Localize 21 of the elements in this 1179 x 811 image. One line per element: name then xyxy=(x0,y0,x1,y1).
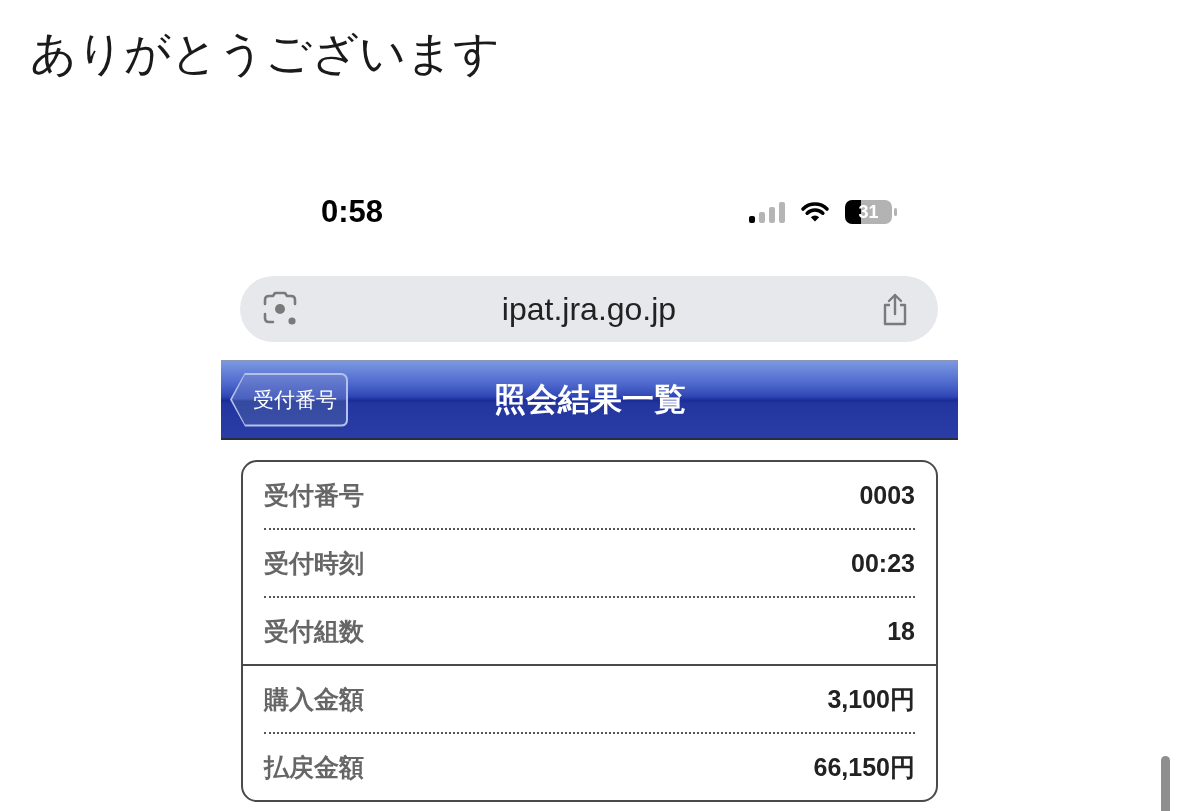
row-value: 00:23 xyxy=(851,548,915,578)
heading-text: ありがとうございます xyxy=(30,26,500,81)
row-label: 購入金額 xyxy=(264,683,364,715)
row-label: 受付時刻 xyxy=(264,547,364,579)
wifi-icon xyxy=(799,201,831,223)
signal-icon xyxy=(749,201,785,223)
row-value: 0003 xyxy=(859,480,915,510)
row-value: 3,100円 xyxy=(827,683,915,715)
scrollbar-thumb[interactable] xyxy=(1161,756,1170,811)
row-label: 受付番号 xyxy=(264,479,364,511)
url-text: ipat.jra.go.jp xyxy=(501,290,677,328)
page-title: 照会結果一覧 xyxy=(493,379,686,419)
clock-time: 0:58 xyxy=(321,194,384,230)
back-button[interactable]: 受付番号 xyxy=(230,372,348,427)
address-field[interactable]: ipat.jra.go.jp xyxy=(240,276,938,342)
camera-scan-button[interactable] xyxy=(262,291,298,327)
row-value: 66,150円 xyxy=(813,751,915,783)
row-label: 受付組数 xyxy=(264,615,364,647)
row-label: 払戻金額 xyxy=(264,751,364,783)
row-value: 18 xyxy=(887,616,915,646)
camera-scan-icon xyxy=(262,291,298,327)
